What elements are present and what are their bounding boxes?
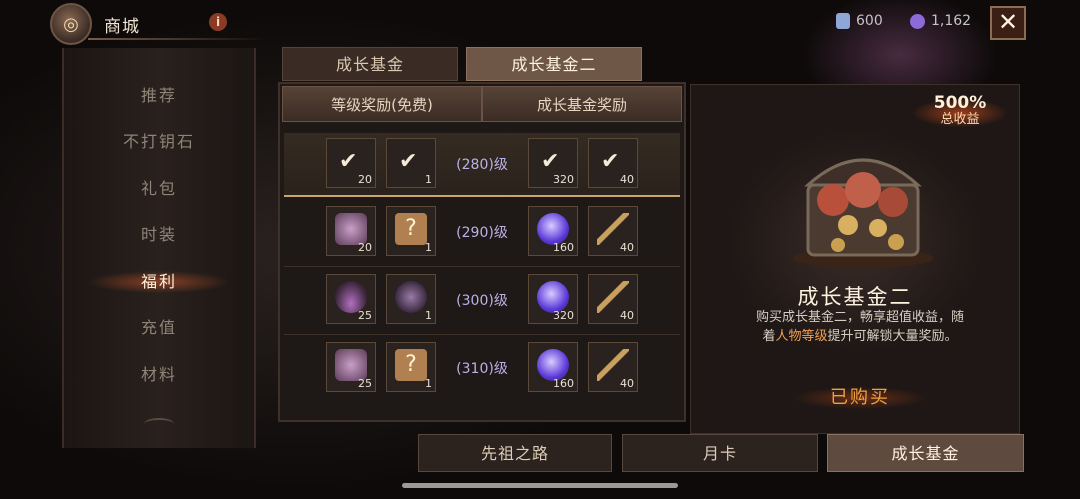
claimed-item-icon[interactable]: ✔ 20 — [326, 138, 376, 188]
currency-orb: 1,162 — [910, 13, 971, 29]
treasure-chest-icon — [793, 158, 933, 268]
purple-orb-icon[interactable]: 320 — [528, 274, 578, 324]
item-count: 1 — [425, 173, 432, 186]
pink-gem-icon[interactable]: 20 — [326, 206, 376, 256]
reward-row: ✔ 20 ✔ 1 (280)级 ✔ 320 ✔ 40 — [284, 133, 680, 197]
close-button[interactable]: ✕ — [990, 6, 1026, 40]
tab-ancestor-road[interactable]: 先祖之路 — [418, 434, 612, 472]
sidebar-item-fashion[interactable]: 时装 — [64, 220, 254, 250]
return-percent: 500% — [933, 93, 987, 113]
row-divider — [284, 334, 680, 335]
check-icon: ✔ — [339, 149, 358, 174]
item-count: 25 — [358, 377, 372, 390]
tab-monthly-card[interactable]: 月卡 — [622, 434, 818, 472]
purple-orb-icon — [910, 13, 925, 29]
sidebar-item-packs[interactable]: 礼包 — [64, 174, 254, 204]
sidebar: 推荐 不打钥石 礼包 时装 福利 充值 材料 — [62, 48, 256, 448]
mystery-scroll-icon[interactable]: ? 1 — [386, 206, 436, 256]
item-count: 40 — [620, 241, 634, 254]
fund-title: 成长基金二 — [797, 285, 913, 309]
return-label: 总收益 — [940, 112, 980, 127]
currency-orb-value: 1,162 — [931, 13, 972, 29]
item-count: 160 — [553, 377, 574, 390]
level-label: (300)级 — [456, 293, 508, 309]
claimed-item-icon[interactable]: ✔ 1 — [386, 138, 436, 188]
item-count: 1 — [425, 241, 432, 254]
item-count: 320 — [553, 309, 574, 322]
tab-growth-fund-bottom[interactable]: 成长基金 — [827, 434, 1024, 472]
purchased-status: 已购买 — [775, 384, 945, 412]
sidebar-item-welfare[interactable]: 福利 — [64, 267, 254, 297]
gold-key-icon[interactable]: 40 — [588, 274, 638, 324]
purple-orb-icon[interactable]: 160 — [528, 342, 578, 392]
mystery-scroll-icon[interactable]: ? 1 — [386, 342, 436, 392]
total-return-badge: 500% 总收益 — [900, 93, 1020, 133]
currency-gem-value: 600 — [856, 13, 883, 29]
level-label: (280)级 — [456, 157, 508, 173]
item-count: 320 — [553, 173, 574, 186]
fund-description: 购买成长基金二，畅享超值收益，随着人物等级提升可解锁大量奖励。 — [755, 310, 964, 344]
level-label: (310)级 — [456, 361, 508, 377]
row-divider — [284, 266, 680, 267]
sidebar-ornament — [144, 418, 174, 430]
item-count: 40 — [620, 309, 634, 322]
gold-key-icon[interactable]: 40 — [588, 342, 638, 392]
gem-card-icon — [836, 13, 850, 29]
claimed-key-icon[interactable]: ✔ 40 — [588, 138, 638, 188]
sidebar-item-materials[interactable]: 材料 — [64, 360, 254, 390]
sidebar-item-recommend[interactable]: 推荐 — [64, 81, 254, 111]
claimed-orb-icon[interactable]: ✔ 320 — [528, 138, 578, 188]
sidebar-item-keystone[interactable]: 不打钥石 — [64, 127, 254, 157]
tab-growth-fund-2[interactable]: 成长基金二 — [466, 47, 642, 81]
item-count: 1 — [425, 377, 432, 390]
column-header-free: 等级奖励(免费) — [282, 86, 482, 122]
column-header-paid: 成长基金奖励 — [482, 86, 682, 122]
item-count: 1 — [425, 309, 432, 322]
item-count: 20 — [358, 241, 372, 254]
purple-orb-icon[interactable]: 160 — [528, 206, 578, 256]
header-divider — [88, 38, 268, 40]
item-count: 25 — [358, 309, 372, 322]
reward-row: 25 ? 1 (310)级 160 40 — [284, 337, 680, 399]
pink-gem-icon[interactable]: 25 — [326, 342, 376, 392]
reward-row: 25 1 (300)级 320 40 — [284, 269, 680, 331]
gold-key-icon[interactable]: 40 — [588, 206, 638, 256]
reward-row: 20 ? 1 (290)级 160 40 — [284, 201, 680, 263]
tab-growth-fund[interactable]: 成长基金 — [282, 47, 458, 81]
item-count: 160 — [553, 241, 574, 254]
item-count: 40 — [620, 173, 634, 186]
home-indicator[interactable] — [402, 483, 678, 488]
amulet-icon[interactable]: 1 — [386, 274, 436, 324]
shop-coins-icon: ◎ — [50, 3, 92, 45]
page-title: 商城 — [104, 17, 140, 37]
level-label: (290)级 — [456, 225, 508, 241]
check-icon: ✔ — [399, 149, 418, 174]
check-icon: ✔ — [541, 149, 560, 174]
info-button[interactable]: i — [209, 13, 227, 31]
sidebar-item-recharge[interactable]: 充值 — [64, 313, 254, 343]
check-icon: ✔ — [601, 149, 620, 174]
potion-bowl-icon[interactable]: 25 — [326, 274, 376, 324]
item-count: 40 — [620, 377, 634, 390]
currency-gem: 600 — [836, 13, 883, 29]
item-count: 20 — [358, 173, 372, 186]
